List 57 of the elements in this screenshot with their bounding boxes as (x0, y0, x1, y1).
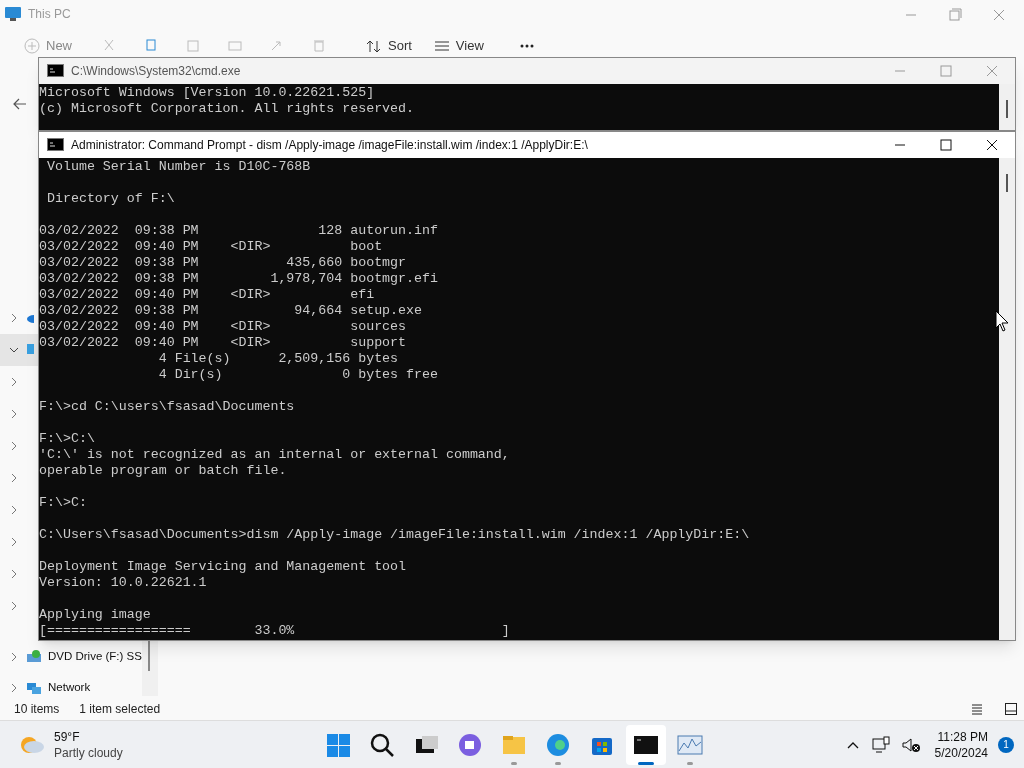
console-line: F:\>cd C:\users\fsasad\Documents (39, 399, 296, 415)
console-line: 4 File(s) 2,509,156 bytes (157, 351, 400, 367)
weather-condition: Partly cloudy (54, 744, 123, 761)
volume-muted-icon[interactable] (900, 735, 921, 754)
clock-time[interactable]: 11:28 PM (937, 728, 988, 745)
console-line: (c) Microsoft Corporation. All rights reserved. (39, 101, 416, 117)
item-count: 10 items (14, 701, 60, 718)
clock-date[interactable]: 5/20/2024 (934, 744, 988, 761)
console-line: Applying image (39, 607, 152, 623)
drive-icon (26, 649, 42, 665)
scrollbar[interactable] (999, 84, 1015, 130)
console-line: operable program or batch file. (39, 463, 288, 479)
sidebar-item[interactable]: DVD Drive (F:) SS (0, 644, 142, 670)
console-line: F:\>C: (39, 495, 88, 511)
console-line: 03/02/2022 09:40 PM <DIR> efi (39, 287, 376, 303)
plus-icon (24, 38, 40, 54)
window-title: C:\Windows\System32\cmd.exe (71, 63, 241, 80)
sidebar-item[interactable]: Network (0, 676, 142, 700)
console-line: 03/02/2022 09:40 PM <DIR> boot (39, 239, 384, 255)
console-line: 03/02/2022 09:40 PM <DIR> sources (39, 319, 408, 335)
console-icon (47, 64, 65, 78)
console-line: Version: 10.0.22621.1 (39, 575, 208, 591)
window-title: Administrator: Command Prompt - dism /Apply-image /imageFile:install.wim /index:1 /ApplyDir:E:\ (71, 137, 588, 154)
console-line: C:\Users\fsasad\Documents>dism /Apply-image /imageFile:install.wim /index:1 /ApplyDir:E:\ (39, 527, 751, 543)
console-line: 03/02/2022 09:38 PM 435,660 bootmgr (39, 255, 408, 271)
new-button[interactable]: New (20, 36, 76, 56)
console-line: 4 Dir(s) 0 bytes free (157, 367, 439, 383)
computer-icon (4, 6, 24, 22)
network-icon (26, 680, 42, 696)
sort-icon (366, 38, 382, 54)
taskbar-app[interactable] (626, 724, 666, 765)
scrollbar[interactable] (142, 641, 158, 696)
view-button[interactable]: View (429, 36, 488, 56)
console-line: [================== 33.0% ] (39, 623, 511, 639)
console-line: 'C:\' is not recognized as an internal or external command, (39, 447, 511, 463)
console-line: Directory of F:\ (45, 191, 176, 207)
tiles-view-icon[interactable] (1004, 702, 1018, 716)
console-line: 03/02/2022 09:38 PM 1,978,704 bootmgr.efi (39, 271, 439, 287)
selection-count: 1 item selected (79, 701, 161, 718)
notification-badge[interactable]: 1 (998, 736, 1014, 753)
console-line: Deployment Image Servicing and Management tool (39, 559, 408, 575)
network-icon[interactable] (870, 735, 891, 754)
console-line: F:\>C:\ (39, 431, 96, 447)
console-line: Microsoft Windows [Version 10.0.22621.525] (39, 85, 376, 101)
console-line: Volume Serial Number is D10C-768B (45, 159, 312, 175)
temperature: 59°F (54, 728, 81, 745)
window-title: This PC (28, 6, 71, 23)
view-icon (433, 38, 450, 54)
console-line: 03/02/2022 09:38 PM 94,664 setup.exe (39, 303, 423, 319)
sort-button[interactable]: Sort (362, 36, 416, 56)
back-arrow-icon[interactable] (12, 96, 28, 112)
console-line: 03/02/2022 09:38 PM 128 autorun.inf (39, 223, 439, 239)
console-icon (47, 138, 65, 152)
mouse-pointer-icon (995, 310, 1009, 332)
console-line: 03/02/2022 09:40 PM <DIR> support (39, 335, 408, 351)
details-view-icon[interactable] (970, 702, 984, 716)
scrollbar[interactable] (999, 158, 1015, 640)
